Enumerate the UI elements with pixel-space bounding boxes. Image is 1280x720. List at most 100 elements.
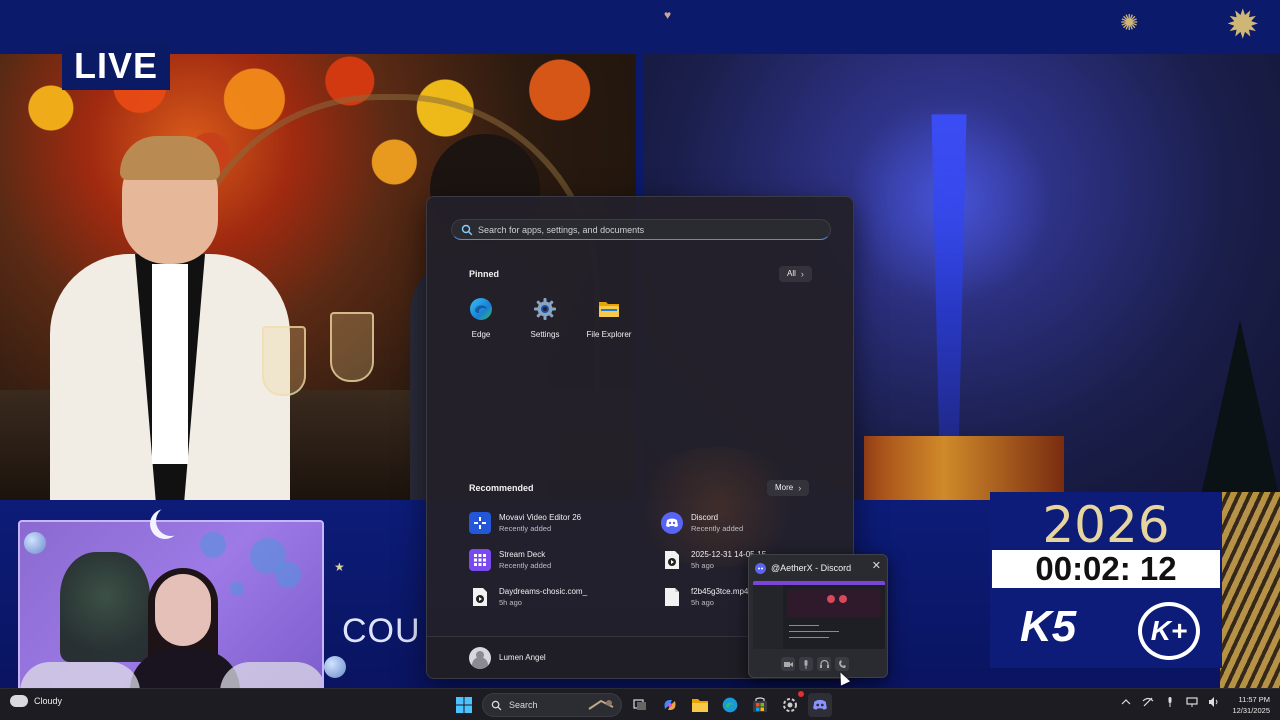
- folder-icon: [599, 302, 619, 317]
- recommended-title: f2b45g3tce.mp4: [691, 587, 749, 596]
- copilot-icon: [664, 700, 676, 710]
- file-explorer-button[interactable]: [688, 693, 712, 717]
- countdown-timer: 00:02: 12: [992, 550, 1220, 588]
- more-label: More: [775, 483, 794, 492]
- start-search-input[interactable]: [478, 220, 818, 239]
- recommended-subtitle: Recently added: [691, 524, 744, 533]
- recommended-item[interactable]: f2b45g3tce.mp4 5h ago: [661, 583, 748, 611]
- kplus-logo: K+: [1138, 602, 1200, 660]
- recommended-title: Daydreams-chosic.com_: [499, 587, 588, 596]
- search-icon: [461, 224, 473, 236]
- pinned-label: Edge: [471, 330, 491, 339]
- firework-decoration: ✺: [1120, 10, 1139, 35]
- taskbar: Cloudy Search 11:57 PM 12/31/2025: [0, 688, 1280, 720]
- taskbar-search[interactable]: Search: [482, 693, 622, 717]
- volume-icon[interactable]: [1208, 696, 1220, 708]
- preview-toolbar: [781, 657, 849, 671]
- recommended-item[interactable]: Daydreams-chosic.com_ 5h ago: [469, 583, 587, 611]
- k5-logo: K5: [1020, 602, 1077, 651]
- settings-button[interactable]: [778, 691, 804, 717]
- planet-decoration: [324, 656, 346, 678]
- heart-decoration: ♥: [664, 8, 672, 22]
- close-icon[interactable]: ✕: [872, 559, 881, 572]
- firework-decoration: ✹: [1226, 3, 1260, 47]
- pinned-file-explorer[interactable]: File Explorer: [579, 297, 639, 339]
- chevron-right-icon: ›: [798, 483, 802, 493]
- plant: [60, 552, 150, 662]
- search-highlight-icon: [588, 699, 614, 710]
- settings-gear-icon: [534, 298, 556, 320]
- microphone-icon[interactable]: [1164, 696, 1176, 708]
- pinned-settings[interactable]: Settings: [515, 297, 575, 339]
- recommended-subtitle: 5h ago: [691, 598, 714, 607]
- store-icon: [753, 697, 767, 712]
- camera-icon[interactable]: [781, 657, 795, 671]
- task-view-button[interactable]: [628, 693, 652, 717]
- recommended-item[interactable]: Stream Deck Recently added: [469, 546, 551, 574]
- microsoft-store-button[interactable]: [748, 693, 772, 717]
- start-button[interactable]: [452, 693, 476, 717]
- recommended-item[interactable]: Discord Recently added: [661, 509, 743, 537]
- system-clock[interactable]: 11:57 PM 12/31/2025: [1232, 694, 1270, 716]
- task-view-icon: [633, 699, 646, 710]
- user-name[interactable]: Lumen Angel: [499, 653, 546, 662]
- folder-icon: [692, 699, 708, 712]
- live-badge: LIVE: [62, 42, 170, 90]
- recommended-title: Movavi Video Editor 26: [499, 513, 582, 522]
- discord-icon: [661, 512, 683, 534]
- weather-widget[interactable]: Cloudy: [10, 695, 62, 707]
- streamer: [155, 574, 211, 646]
- settings-gear-icon: [783, 698, 797, 712]
- headphones-icon[interactable]: [817, 657, 831, 671]
- edge-button[interactable]: [718, 693, 742, 717]
- streamer-webcam: [18, 520, 324, 700]
- movavi-icon: [469, 512, 491, 534]
- recommended-heading: Recommended: [469, 483, 534, 493]
- discord-window-preview[interactable]: @AetherX - Discord ✕: [748, 554, 888, 678]
- champagne-glass: [262, 326, 306, 396]
- chevron-up-icon[interactable]: [1120, 696, 1132, 708]
- taskbar-apps: Search: [452, 691, 832, 718]
- gold-stripes-decoration: [1220, 492, 1280, 688]
- discord-button[interactable]: [808, 693, 832, 717]
- all-apps-label: All: [787, 269, 796, 278]
- countdown-year: 2026: [1042, 496, 1170, 554]
- microphone-icon[interactable]: [799, 657, 813, 671]
- network-muted-icon[interactable]: [1142, 696, 1154, 708]
- hang-up-icon[interactable]: [835, 657, 849, 671]
- more-button[interactable]: More ›: [767, 480, 810, 496]
- start-search-box[interactable]: [451, 219, 831, 240]
- user-avatar[interactable]: [469, 647, 491, 669]
- system-tray: [1120, 696, 1220, 708]
- file-icon: [661, 586, 683, 608]
- recommended-subtitle: Recently added: [499, 524, 552, 533]
- preview-thumbnail[interactable]: [753, 581, 885, 649]
- discord-icon: [755, 562, 766, 574]
- screen: ✺ ✹ ♥ LIVE COU 2026 00:02: 12 K5 K+ ★ Se…: [0, 0, 1280, 720]
- all-apps-button[interactable]: All ›: [779, 266, 812, 282]
- chevron-right-icon: ›: [800, 269, 804, 279]
- edge-icon: [470, 298, 492, 320]
- pinned-edge[interactable]: Edge: [451, 297, 511, 339]
- pinned-label: File Explorer: [586, 330, 632, 339]
- clock-time: 11:57 PM: [1238, 695, 1270, 704]
- cloud-icon: [10, 695, 28, 707]
- monitor-icon[interactable]: [1186, 696, 1198, 708]
- recommended-item[interactable]: Movavi Video Editor 26 Recently added: [469, 509, 581, 537]
- preview-title: @AetherX - Discord: [771, 563, 852, 573]
- pinned-heading: Pinned: [469, 269, 500, 279]
- recommended-subtitle: 5h ago: [499, 598, 522, 607]
- discord-icon: [813, 699, 827, 710]
- moon-decoration: [156, 506, 186, 536]
- planet-decoration: [24, 532, 46, 554]
- taskbar-search-label: Search: [509, 700, 538, 710]
- host-man: [40, 136, 290, 500]
- video-file-icon: [661, 549, 683, 571]
- stream-deck-icon: [469, 549, 491, 571]
- weather-text: Cloudy: [34, 696, 63, 706]
- windows-logo-icon: [456, 697, 472, 713]
- notification-dot: [798, 691, 804, 697]
- recommended-subtitle: Recently added: [499, 561, 552, 570]
- recommended-title: Discord: [691, 513, 719, 522]
- copilot-button[interactable]: [658, 693, 682, 717]
